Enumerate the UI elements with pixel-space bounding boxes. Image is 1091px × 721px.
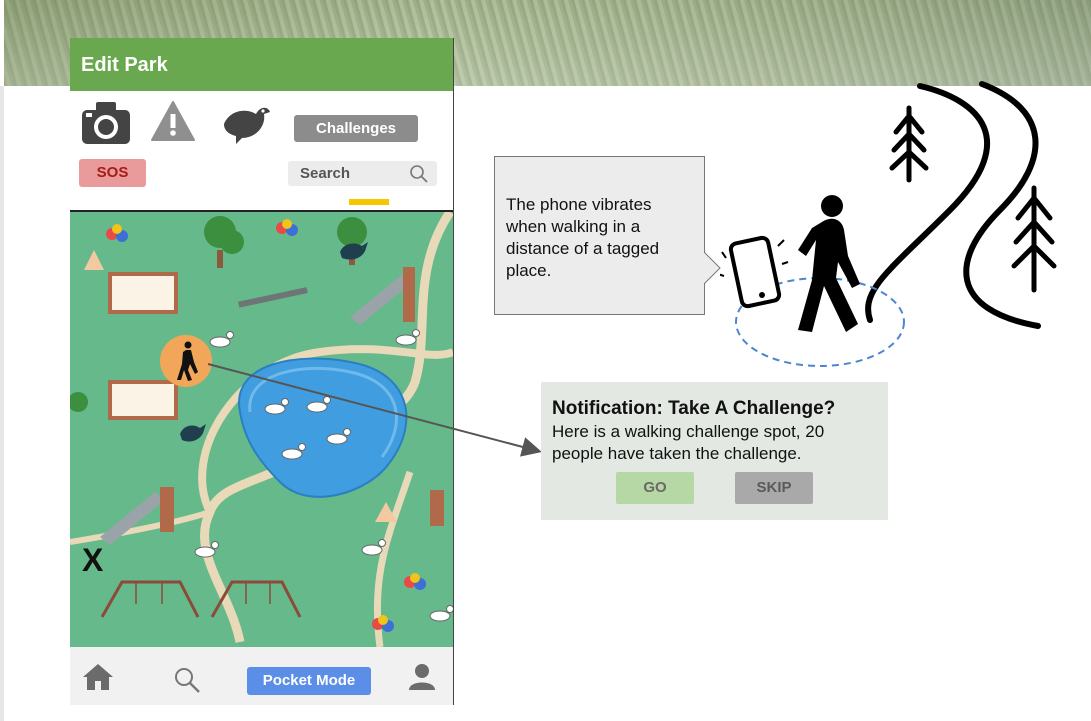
go-button[interactable]: GO	[616, 472, 694, 504]
callout-text: The phone vibrates when walking in a dis…	[506, 195, 660, 280]
skip-button[interactable]: SKIP	[735, 472, 813, 504]
phone-vibrate-icon	[720, 235, 789, 309]
walking-trail-illustration	[720, 81, 1057, 367]
vibration-callout: The phone vibrates when walking in a dis…	[494, 156, 705, 315]
walker-icon	[798, 195, 860, 332]
notification-body: Here is a walking challenge spot, 20 peo…	[552, 422, 825, 463]
pine-tree-icon	[889, 105, 1057, 293]
challenge-notification: Notification: Take A Challenge? Here is …	[541, 382, 888, 520]
notification-title: Notification: Take A Challenge?	[552, 398, 836, 419]
